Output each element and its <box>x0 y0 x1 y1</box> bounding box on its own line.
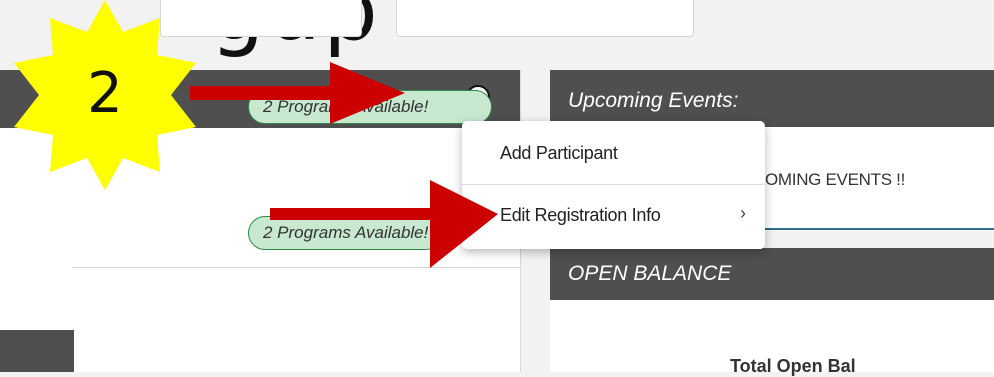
upcoming-events-header: Upcoming Events: <box>550 70 994 127</box>
top-tab-box-right <box>396 0 694 37</box>
menu-item-edit-registration-info[interactable]: Edit Registration Info <box>500 205 661 226</box>
total-open-balance-label: Total Open Bal <box>730 356 856 376</box>
step-number: 2 <box>87 61 123 126</box>
participant-divider <box>72 267 520 268</box>
menu-item-add-participant[interactable]: Add Participant <box>500 143 618 164</box>
open-balance-header: OPEN BALANCE <box>550 248 994 300</box>
programs-available-badge[interactable]: 2 Programs Available! <box>248 216 444 250</box>
dark-corner-block <box>0 330 74 372</box>
programs-available-badge[interactable]: 2 Programs Available! <box>248 90 492 124</box>
chevron-right-icon: › <box>740 203 746 223</box>
menu-separator <box>462 184 765 185</box>
open-balance-card: OPEN BALANCE Total Open Bal <box>550 248 994 376</box>
participant-options-menu: Add Participant Edit Registration Info › <box>462 121 765 249</box>
